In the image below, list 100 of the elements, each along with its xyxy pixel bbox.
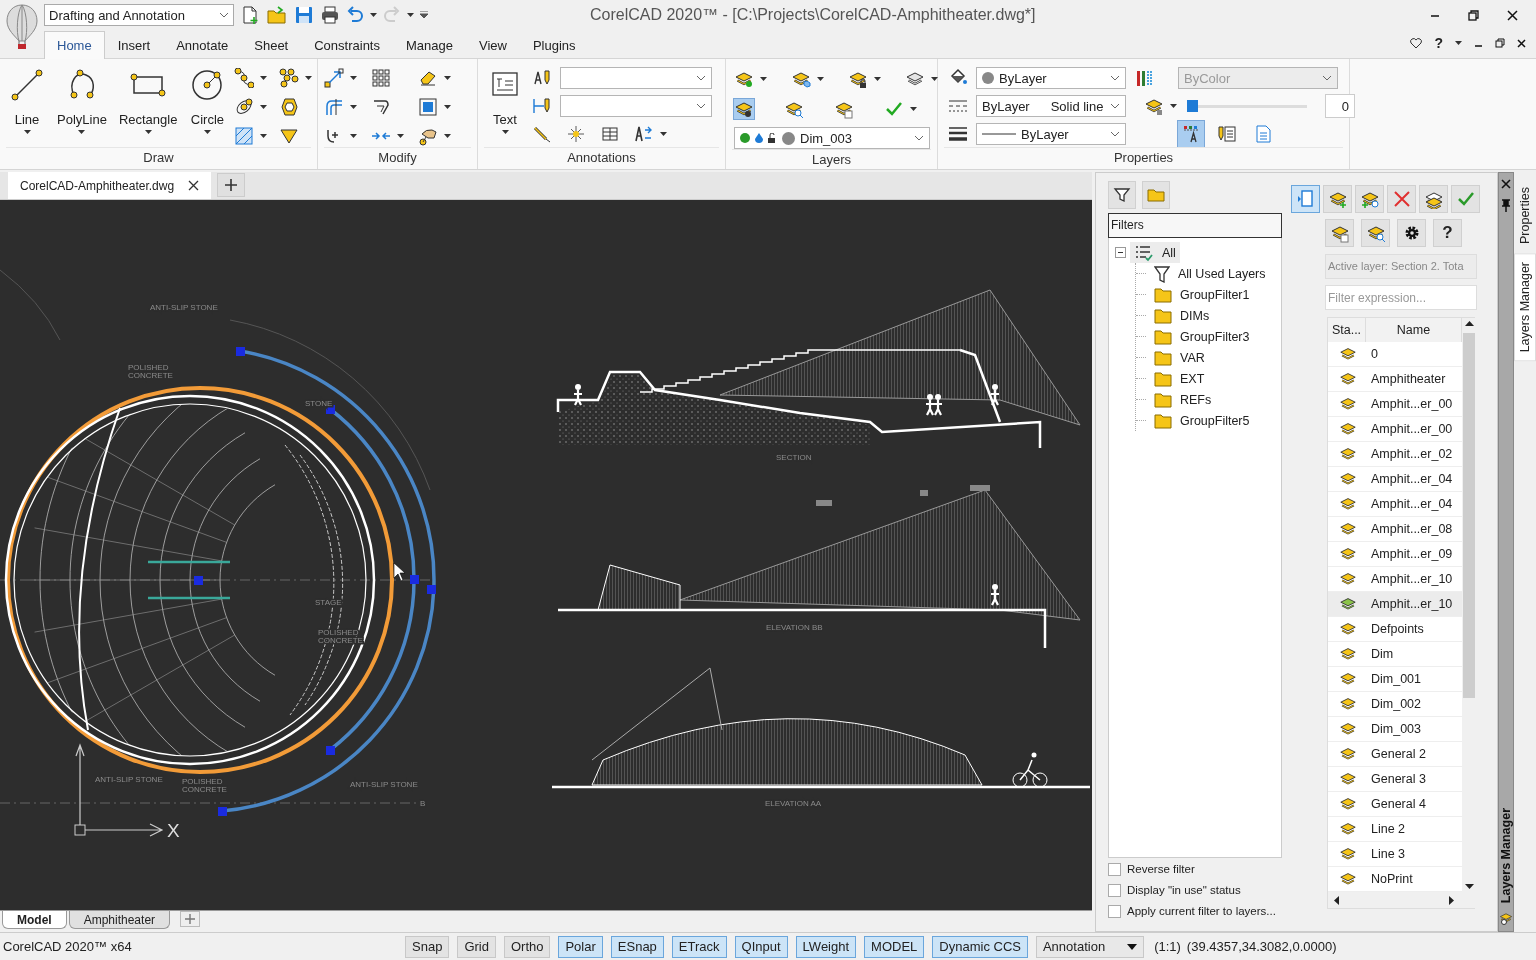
checkbox-label[interactable]: Apply current filter to layers... [1127,905,1276,917]
chevron-icon[interactable] [1110,103,1120,109]
layer-row[interactable]: Amphitheater [1328,367,1462,392]
hatch-icon[interactable] [234,125,255,146]
workspace-dropdown[interactable]: Drafting and Annotation [44,4,234,26]
caret-icon[interactable] [660,132,667,136]
layer-row[interactable]: 0 [1328,342,1462,367]
annotation-scale-dropdown[interactable]: Annotation [1035,935,1145,958]
layer-color-icon[interactable] [1178,121,1204,147]
caret-icon[interactable] [444,105,451,109]
text-edit-icon[interactable] [634,124,654,144]
caret-icon[interactable] [260,133,268,138]
caret-icon[interactable] [874,77,881,81]
layer-search-button[interactable] [1361,219,1390,247]
lineweight-dropdown[interactable]: ByLayer [976,123,1126,145]
layer-row[interactable]: Amphit...er_00 [1328,417,1462,442]
array-icon[interactable] [371,68,391,89]
leader-icon[interactable] [532,124,552,144]
caret-icon[interactable] [397,133,404,138]
color-bars-icon[interactable] [1134,68,1154,88]
layer-states-button[interactable] [1325,219,1354,247]
pin-icon[interactable] [1501,199,1511,213]
layer-row[interactable]: Line 2 [1328,817,1462,842]
move-icon[interactable] [324,68,344,89]
rectangle-tool-button[interactable]: Rectangle [115,63,181,147]
side-tab[interactable]: Layers Manager [1514,253,1536,362]
caret-icon[interactable] [501,130,509,134]
settings-button[interactable] [1397,219,1426,247]
restore-icon[interactable] [1468,9,1479,21]
lineweight-icon[interactable] [948,124,968,144]
layer-settings-icon[interactable] [734,99,754,119]
chevron-icon[interactable] [219,12,229,18]
ribbon-tab[interactable]: Manage [393,31,466,58]
checkbox-label[interactable]: Display "in use" status [1127,884,1241,896]
filter-tree-item[interactable]: VAR [1150,347,1209,368]
sparkle-icon[interactable] [566,124,586,144]
heart-icon[interactable] [1410,37,1423,49]
transparency-field[interactable]: 0 [1325,94,1355,118]
caret-icon[interactable] [817,77,824,81]
new-tab-button[interactable] [217,173,246,197]
layout-tab[interactable]: Model [2,911,67,929]
ellipse-icon[interactable] [234,97,255,117]
save-icon[interactable] [294,5,314,25]
layer-row[interactable]: Dim_003 [1328,717,1462,742]
fillet-icon[interactable] [371,97,391,117]
help-button[interactable]: ? [1434,35,1443,51]
close-icon[interactable] [1501,179,1511,189]
spline-icon[interactable] [234,68,255,89]
status-toggle[interactable]: Ortho [503,935,551,958]
caret-icon[interactable] [407,13,414,17]
status-toggle[interactable]: Dynamic CCS [932,935,1028,958]
text-tool-button[interactable]: Text [484,63,526,147]
layer-row[interactable]: Dim_001 [1328,667,1462,692]
chevron-icon[interactable] [696,75,706,81]
caret-icon[interactable] [1170,104,1177,108]
delete-layer-button[interactable] [1387,185,1416,213]
layer-row[interactable]: Amphit...er_04 [1328,492,1462,517]
new-layout-button[interactable] [180,911,201,927]
status-toggle[interactable]: Grid [457,935,496,958]
current-layer-dropdown[interactable]: Dim_003 [734,127,930,149]
help-button[interactable]: ? [1433,219,1462,247]
scroll-left-icon[interactable] [1334,895,1339,905]
collapse-icon[interactable] [1115,247,1126,258]
layer-row[interactable]: Dim_002 [1328,692,1462,717]
filter-expression-field[interactable]: Filter expression... [1325,285,1477,310]
layer-row[interactable]: Amphit...er_09 [1328,542,1462,567]
layer-row[interactable]: Defpoints [1328,617,1462,642]
close-icon[interactable] [1517,38,1526,48]
column-header[interactable]: Sta... [1328,318,1366,342]
status-toggle[interactable]: ESnap [610,935,664,958]
print-icon[interactable] [320,5,340,25]
ribbon-tab[interactable]: View [465,31,520,58]
status-toggle[interactable]: LWeight [795,935,857,958]
layer-row[interactable]: Amphit...er_00 [1328,392,1462,417]
scale-icon[interactable] [418,97,438,117]
caret-icon[interactable] [350,76,357,81]
layer-row[interactable]: General 4 [1328,792,1462,817]
status-toggle[interactable]: Polar [558,935,603,958]
caret-icon[interactable] [444,133,451,138]
new-layer-in-viewports-button[interactable] [1355,185,1384,213]
side-tab[interactable]: Properties [1514,178,1536,253]
caret-icon[interactable] [370,13,377,17]
caret-icon[interactable] [931,77,938,81]
offset-icon[interactable] [324,97,344,117]
caret-icon[interactable] [760,77,767,81]
chevron-icon[interactable] [914,135,924,141]
linetype-dropdown[interactable]: ByLayer Solid line [976,95,1126,117]
chevron-icon[interactable] [1110,131,1120,137]
layer-row[interactable]: Line 3 [1328,842,1462,867]
layout-tab[interactable]: Amphitheater [68,911,171,929]
open-folder-icon[interactable] [266,5,288,25]
filter-tree-item[interactable]: DIMs [1150,305,1214,326]
polygon-icon[interactable] [279,97,300,117]
ribbon-tab[interactable]: Plugins [519,31,589,58]
ribbon-tab[interactable]: Sheet [241,31,302,58]
horizontal-scrollbar[interactable] [1328,892,1476,908]
status-toggle[interactable]: Snap [405,935,450,958]
restore-icon[interactable] [1495,38,1505,48]
status-toggle[interactable]: MODEL [864,935,925,958]
layer-row[interactable]: General 3 [1328,767,1462,792]
